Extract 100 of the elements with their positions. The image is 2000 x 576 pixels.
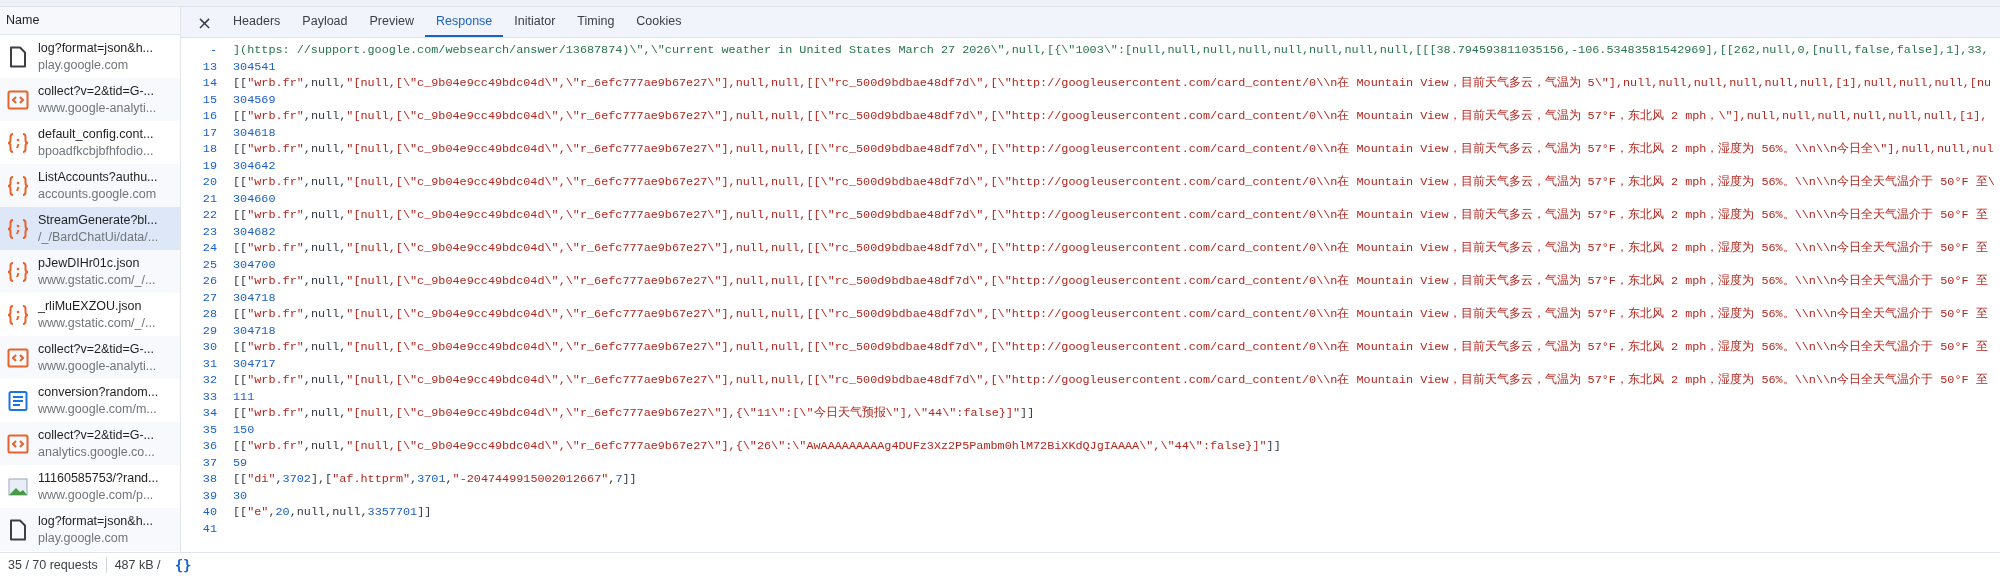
request-row[interactable]: default_config.cont... bpoadfkcbjbfhfodio...: [0, 121, 180, 164]
code-line: 304718: [233, 323, 276, 338]
request-row[interactable]: collect?v=2&tid=G-... analytics.google.co...: [0, 422, 180, 465]
code-line: [["wrb.fr",null,"[null,[\"c_9b04e9cc49bdc04d\",\"r_6efc777ae9b67e27\"],null,null,[[\"rc_500d9bdbae48df7d\",[\"http://googleusercontent.com/card_content/0\\n在 Mountain View，目前天气多云，气温为 57°F，东北风 2 mph，湿度为 56%。\\n\\n今日全天气温介于 50°F 至: [233, 339, 1988, 356]
request-row[interactable]: collect?v=2&tid=G-... www.google-analyti...: [0, 336, 180, 379]
request-host: www.google-analyti...: [38, 101, 157, 115]
request-row[interactable]: conversion?random... www.google.com/m...: [0, 379, 180, 422]
line-number: 21: [201, 191, 218, 206]
code-line: 304541: [233, 59, 276, 74]
request-row[interactable]: pJewDIHr01c.json www.gstatic.com/_/...: [0, 250, 180, 293]
braces-icon: [6, 130, 30, 155]
line-number: 13: [201, 59, 218, 74]
braces-icon: [6, 173, 30, 198]
code-line: 150: [233, 422, 255, 437]
line-number: 33: [201, 389, 218, 404]
code-line: [["di",3702],["af.httprm",3701,"-2047449915002012667",7]]: [233, 472, 637, 487]
code-line: 304569: [233, 92, 276, 107]
line-number: 35: [201, 422, 218, 437]
line-number: 40: [201, 505, 218, 520]
request-name: StreamGenerate?bl...: [38, 213, 159, 227]
request-name: collect?v=2&tid=G-...: [38, 84, 156, 98]
code-line: 111: [233, 389, 255, 404]
code-line: [["wrb.fr",null,"[null,[\"c_9b04e9cc49bdc04d\",\"r_6efc777ae9b67e27\"],null,null,[[\"rc_500d9bdbae48df7d\",[\"http://googleusercontent.com/card_content/0\\n在 Mountain View，目前天气多云，气温为 57°F，东北风 2 mph，湿度为 56%。\\n\\n今日全\"],null,null,nul: [233, 141, 1994, 158]
code-line: [["wrb.fr",null,"[null,[\"c_9b04e9cc49bdc04d\",\"r_6efc777ae9b67e27\"],null,null,[[\"rc_500d9bdbae48df7d\",[\"http://googleusercontent.com/card_content/0\\n在 Mountain View，目前天气多云，气温为 5\"],null,null,null,null,null,null,[1],null,null,null,[nu: [233, 75, 1992, 92]
code-line: [["wrb.fr",null,"[null,[\"c_9b04e9cc49bdc04d\",\"r_6efc777ae9b67e27\"],{\"26\":\"AwAAAAAAAAAg4DUFz3Xz2P5Pambm0hlM72BiXKdQJgIAAAA\",\"44\":false}]"]]: [233, 439, 1281, 454]
request-name: default_config.cont...: [38, 127, 154, 141]
code-line: 304642: [233, 158, 276, 173]
code-line: [["wrb.fr",null,"[null,[\"c_9b04e9cc49bdc04d\",\"r_6efc777ae9b67e27\"],null,null,[[\"rc_500d9bdbae48df7d\",[\"http://googleusercontent.com/card_content/0\\n在 Mountain View，目前天气多云，气温为 57°F，东北风 2 mph，湿度为 56%。\\n\\n今日全天气温介于 50°F 至: [233, 306, 1988, 323]
code-line: 304682: [233, 224, 276, 239]
code-line: [["wrb.fr",null,"[null,[\"c_9b04e9cc49bdc04d\",\"r_6efc777ae9b67e27\"],null,null,[[\"rc_500d9bdbae48df7d\",[\"http://googleusercontent.com/card_content/0\\n在 Mountain View，目前天气多云，气温为 57°F，东北风 2 mph，湿度为 56%。\\n\\n今日全天气温介于 50°F 至: [233, 207, 1988, 224]
braces-icon: [6, 259, 30, 284]
code-line: 30: [233, 488, 248, 503]
line-number: 32: [201, 373, 218, 388]
request-row[interactable]: log?format=json&h... play.google.com: [0, 508, 180, 551]
line-number: 16: [201, 109, 218, 124]
line-number: 19: [201, 158, 218, 173]
request-name: log?format=json&h...: [38, 514, 153, 528]
request-host: play.google.com: [38, 58, 130, 72]
close-button[interactable]: ×: [187, 7, 223, 37]
request-name: conversion?random...: [38, 385, 159, 399]
line-number: 17: [201, 125, 218, 140]
request-host: www.google.com/p...: [38, 488, 155, 502]
request-host: www.google-analyti...: [38, 359, 157, 373]
request-host: accounts.google.com: [38, 187, 158, 201]
line-number: 34: [201, 406, 218, 421]
line-number: 15: [201, 92, 218, 107]
tab[interactable]: Payload: [291, 7, 359, 37]
request-host: play.google.com: [38, 531, 130, 545]
request-host: www.gstatic.com/_/...: [38, 273, 156, 287]
request-host: /_/BardChatUi/data/...: [38, 230, 159, 244]
column-header[interactable]: Name: [0, 7, 180, 35]
request-name: _rliMuEXZOU.json: [38, 299, 143, 313]
line-number: 25: [201, 257, 218, 272]
code-line: ](https: //support.google.com/websearch/answer/13687874)\",\"current weather in United States March 27 2026\",null,[{\"1003\":[null,null,null,null,null,null,null,null,[[[38.794593811035156,-106.53483581542969],[[262,null,0,[null,false,false],1],33,: [233, 43, 1989, 58]
tab[interactable]: Cookies: [625, 7, 693, 37]
request-host: www.gstatic.com/_/...: [38, 316, 156, 330]
request-row[interactable]: 11160585753/?rand... www.google.com/p...: [0, 465, 180, 508]
request-name: pJewDIHr01c.json: [38, 256, 141, 270]
braces-icon: [6, 302, 30, 327]
line-number: -: [208, 43, 218, 58]
request-row[interactable]: _rliMuEXZOU.json www.gstatic.com/_/...: [0, 293, 180, 336]
line-number: 18: [201, 142, 218, 157]
code-line: 59: [233, 455, 248, 470]
line-number: 41: [201, 521, 218, 536]
request-count: 35 / 70 requests: [7, 557, 99, 572]
line-number: 24: [201, 241, 218, 256]
tab[interactable]: Preview: [358, 7, 425, 37]
tab[interactable]: Initiator: [503, 7, 567, 37]
line-number: 28: [201, 307, 218, 322]
request-host: analytics.google.co...: [38, 445, 155, 459]
line-number: 31: [201, 356, 218, 371]
line-number: 30: [201, 340, 218, 355]
code-line: 304700: [233, 257, 276, 272]
document-icon: [6, 388, 30, 413]
line-number: 27: [201, 290, 218, 305]
code-line: [["wrb.fr",null,"[null,[\"c_9b04e9cc49bdc04d\",\"r_6efc777ae9b67e27\"],null,null,[[\"rc_500d9bdbae48df7d\",[\"http://googleusercontent.com/card_content/0\\n在 Mountain View，目前天气多云，气温为 57°F，东北风 2 mph，湿度为 56%。\\n\\n今日全天气温介于 50°F 至: [233, 240, 1988, 257]
request-name: log?format=json&h...: [38, 41, 153, 55]
transfer-size: 487 kB /: [113, 557, 162, 572]
tab[interactable]: Response: [425, 7, 504, 37]
request-row[interactable]: collect?v=2&tid=G-... www.google-analyti...: [0, 78, 180, 121]
line-number: 38: [201, 472, 218, 487]
request-row[interactable]: log?format=json&h... play.google.com: [0, 35, 180, 78]
line-number: 20: [201, 175, 218, 190]
tab[interactable]: Timing: [566, 7, 626, 37]
request-host: www.google.com/m...: [38, 402, 158, 416]
request-row[interactable]: StreamGenerate?bl... /_/BardChatUi/data/...: [0, 207, 180, 250]
request-host: bpoadfkcbjbfhfodio...: [38, 144, 154, 158]
request-row[interactable]: ListAccounts?authu... accounts.google.com: [0, 164, 180, 207]
code-line: [["e",20,null,null,3357701]]: [233, 505, 432, 520]
line-number: 39: [201, 488, 218, 503]
code-line: [["wrb.fr",null,"[null,[\"c_9b04e9cc49bdc04d\",\"r_6efc777ae9b67e27\"],null,null,[[\"rc_500d9bdbae48df7d\",[\"http://googleusercontent.com/card_content/0\\n在 Mountain View，目前天气多云，气温为 57°F，东北风 2 mph，湿度为 56%。\\n\\n今日全天气温介于 50°F 至: [233, 273, 1988, 290]
request-name: 11160585753/?rand...: [38, 471, 159, 485]
line-number: 37: [201, 455, 218, 470]
request-name: collect?v=2&tid=G-...: [38, 428, 155, 442]
line-number: 29: [201, 323, 218, 338]
code-line: [["wrb.fr",null,"[null,[\"c_9b04e9cc49bdc04d\",\"r_6efc777ae9b67e27\"],null,null,[[\"rc_500d9bdbae48df7d\",[\"http://googleusercontent.com/card_content/0\\n在 Mountain View，目前天气多云，气温为 57°F，东北风 2 mph，湿度为 56%。\\n\\n今日全天气温介于 50°F 至\: [233, 174, 1995, 191]
tab[interactable]: Headers: [222, 7, 292, 37]
braces-icon: [6, 216, 30, 241]
pretty-print-button[interactable]: {}: [170, 556, 196, 573]
line-number: 36: [201, 439, 218, 454]
